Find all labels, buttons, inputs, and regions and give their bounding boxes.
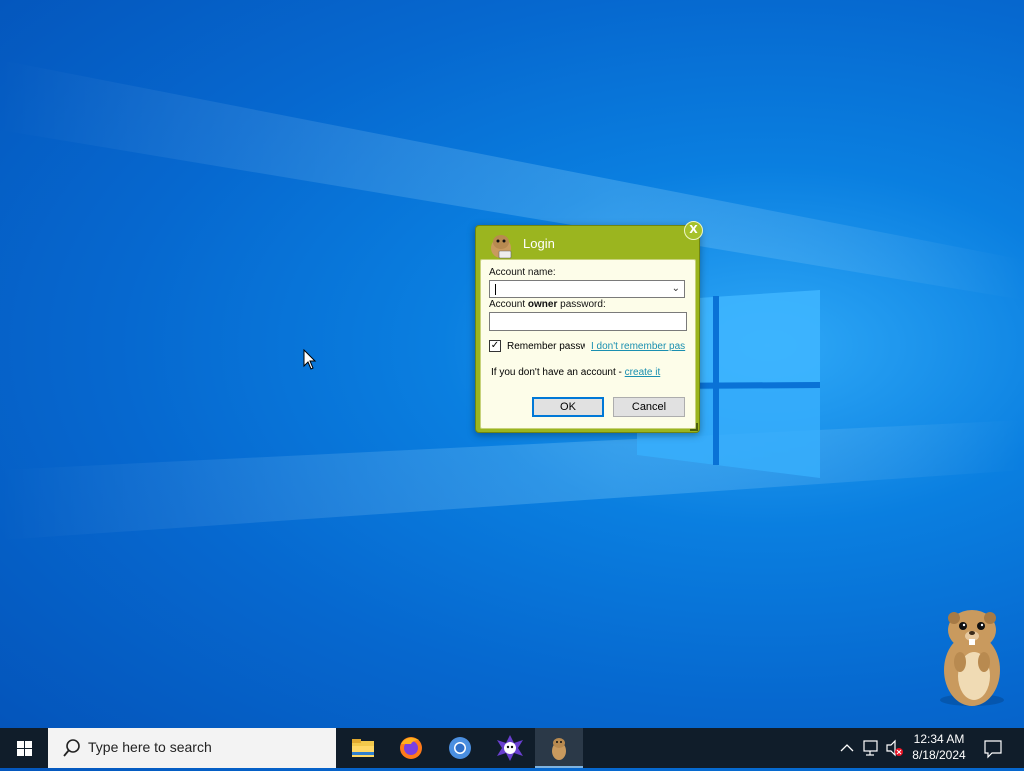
clock-time: 12:34 AM xyxy=(913,732,965,746)
windows-start-icon xyxy=(17,741,32,756)
search-placeholder: Type here to search xyxy=(88,739,212,755)
chromium-icon xyxy=(449,737,471,759)
forgot-password-link[interactable]: I don't remember pas xyxy=(591,341,689,352)
resize-grip-icon[interactable] xyxy=(690,423,698,431)
ok-button[interactable]: OK xyxy=(532,397,604,417)
network-tray-button[interactable] xyxy=(860,728,882,768)
taskbar-gopher-app[interactable] xyxy=(535,728,583,768)
app-icon xyxy=(497,735,523,761)
create-account-row: If you don't have an account - create it xyxy=(491,367,660,378)
file-explorer-icon xyxy=(352,739,374,757)
taskbar-chromium[interactable] xyxy=(436,728,484,768)
gopher-app-icon xyxy=(491,235,512,259)
dialog-title: Login xyxy=(523,236,555,251)
chevron-down-icon[interactable]: ⌄ xyxy=(672,283,680,294)
create-account-prefix: If you don't have an account - xyxy=(491,367,625,378)
chevron-up-icon xyxy=(840,744,854,752)
remember-password-checkbox[interactable]: ✓ xyxy=(489,340,501,352)
cancel-button[interactable]: Cancel xyxy=(613,397,685,417)
gopher-mascot-icon xyxy=(940,610,1004,706)
taskbar-app[interactable] xyxy=(486,728,534,768)
password-label-prefix: Account xyxy=(489,299,528,310)
search-icon xyxy=(63,739,80,757)
account-name-combobox[interactable]: ⌄ xyxy=(489,280,685,298)
password-label-suffix: password: xyxy=(557,299,606,310)
notification-icon xyxy=(984,740,1002,759)
clock-date: 8/18/2024 xyxy=(912,748,966,762)
action-center-button[interactable] xyxy=(978,728,1008,768)
start-button[interactable] xyxy=(0,728,48,768)
password-label: Account owner password: xyxy=(489,299,606,310)
password-input[interactable] xyxy=(489,312,687,331)
login-dialog: Login Account name: ⌄ Account owner pass… xyxy=(475,225,700,433)
dialog-body: Account name: ⌄ Account owner password: … xyxy=(480,259,696,429)
network-icon xyxy=(863,740,878,756)
account-name-label: Account name: xyxy=(489,267,556,278)
taskbar-file-explorer[interactable] xyxy=(339,728,387,768)
volume-tray-button[interactable] xyxy=(884,728,906,768)
close-button[interactable]: X xyxy=(684,221,703,240)
gopher-app-icon xyxy=(552,738,566,760)
mouse-cursor xyxy=(303,349,317,370)
remember-password-label[interactable]: Remember passw xyxy=(507,341,585,352)
create-account-link[interactable]: create it xyxy=(625,367,661,378)
taskbar-clock[interactable]: 12:34 AM 8/18/2024 xyxy=(904,731,974,763)
show-hidden-icons-button[interactable] xyxy=(838,728,856,768)
firefox-icon xyxy=(400,737,422,759)
text-caret xyxy=(495,284,496,295)
volume-muted-icon xyxy=(886,739,903,757)
taskbar-search-box[interactable]: Type here to search xyxy=(48,728,336,768)
taskbar-firefox[interactable] xyxy=(387,728,435,768)
taskbar: Type here to search 12:34 AM 8/18/2024 xyxy=(0,728,1024,768)
password-label-bold: owner xyxy=(527,299,558,310)
